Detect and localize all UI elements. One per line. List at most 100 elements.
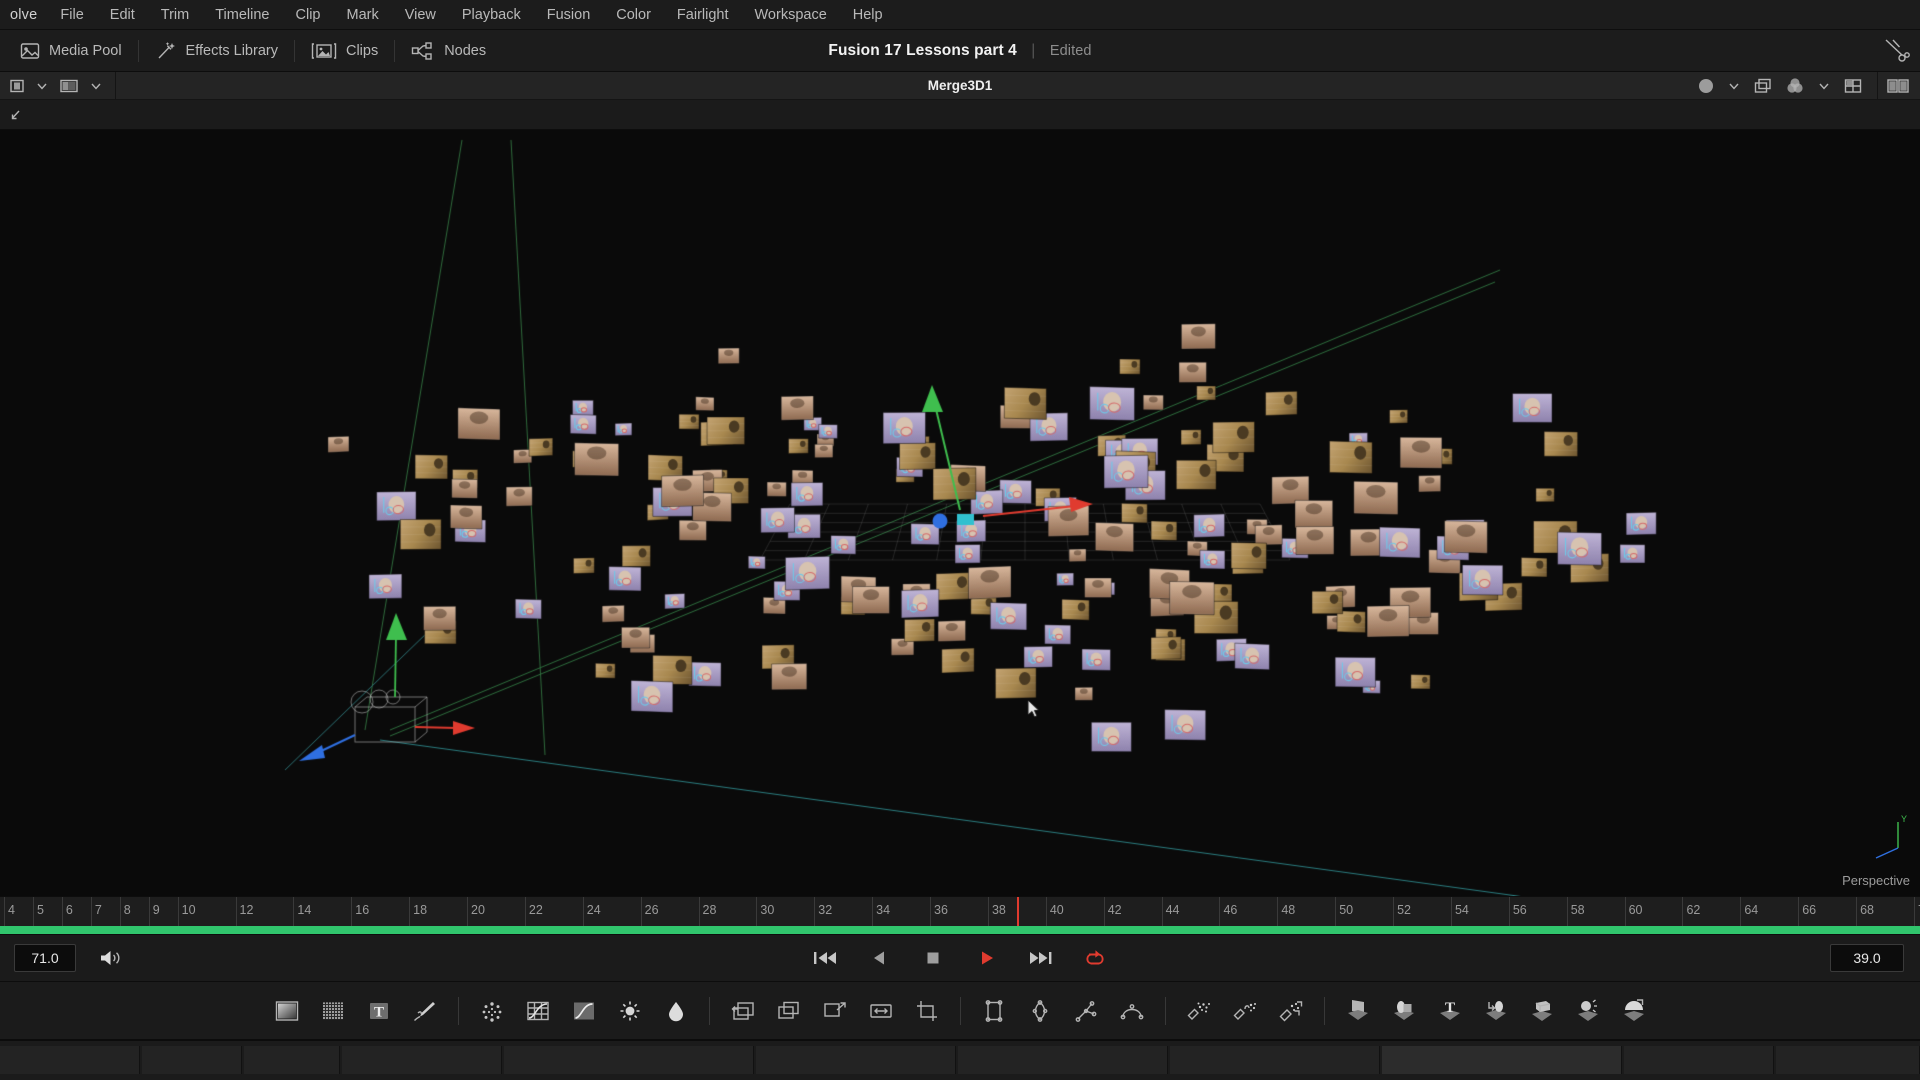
ellipse-mask-tool[interactable]	[1017, 988, 1063, 1034]
color-wheels-icon[interactable]	[1781, 75, 1809, 97]
ruler-label: 4	[8, 903, 15, 917]
bottom-strip[interactable]	[0, 1040, 1920, 1080]
menu-item-file[interactable]: File	[47, 0, 96, 30]
paint-tool[interactable]	[402, 988, 448, 1034]
clips-label: Clips	[345, 42, 379, 59]
brightness-contrast-tool[interactable]	[607, 988, 653, 1034]
particle-emitter-tool[interactable]	[1176, 988, 1222, 1034]
chevron-down-icon[interactable]	[1813, 75, 1835, 97]
polygon-mask-tool[interactable]	[1063, 988, 1109, 1034]
playhead[interactable]	[1016, 897, 1019, 926]
toolbar-separator	[1323, 996, 1325, 1025]
menu-item-fairlight[interactable]: Fairlight	[664, 0, 742, 30]
play-reverse-button[interactable]	[866, 945, 892, 971]
spot-light-tool[interactable]	[1565, 988, 1611, 1034]
viewport-3d[interactable]: Perspective Y	[0, 130, 1920, 896]
viewer-layout-button[interactable]	[5, 75, 29, 97]
menu-item-timeline[interactable]: Timeline	[202, 0, 282, 30]
ruler-label: 58	[1570, 903, 1585, 917]
chevron-down-icon[interactable]	[1723, 75, 1745, 97]
bottom-strip-segment[interactable]	[1382, 1046, 1622, 1074]
menu-item-clip[interactable]: Clip	[283, 0, 334, 30]
crop-tool[interactable]	[904, 988, 950, 1034]
scene-3d-canvas[interactable]	[0, 130, 1920, 896]
camera-3d-tool[interactable]	[1519, 988, 1565, 1034]
ruler-label: 40	[1049, 903, 1064, 917]
timeline-ruler[interactable]: 4 5 6 7 8 9 10 12 14 16 18 20 22 24 26 28 30 32 34 36 38 40 42…	[0, 896, 1920, 926]
nodes-label: Nodes	[444, 42, 487, 59]
effects-library-button[interactable]: Effects Library	[139, 30, 294, 71]
rectangle-mask-tool[interactable]	[971, 988, 1017, 1034]
bottom-strip-segment[interactable]	[342, 1046, 502, 1074]
bottom-strip-segment[interactable]	[142, 1046, 242, 1074]
menu-item-fusion[interactable]: Fusion	[534, 0, 604, 30]
svg-text:T: T	[1444, 1000, 1454, 1016]
bspline-mask-tool[interactable]	[1109, 988, 1155, 1034]
dissolve-tool[interactable]	[766, 988, 812, 1034]
viewer-layout-dropdown[interactable]	[31, 75, 53, 97]
bottom-strip-segment[interactable]	[504, 1046, 754, 1074]
menu-item-help[interactable]: Help	[840, 0, 896, 30]
ruler-label: 60	[1628, 903, 1643, 917]
particle-directional-force-tool[interactable]	[1222, 988, 1268, 1034]
split-view-icon[interactable]	[1882, 75, 1914, 97]
ruler-label: 38	[991, 903, 1006, 917]
color-corrector-tool[interactable]	[515, 988, 561, 1034]
bottom-strip-segment[interactable]	[958, 1046, 1168, 1074]
menu-item-mark[interactable]: Mark	[333, 0, 391, 30]
bottom-strip-segment[interactable]	[244, 1046, 340, 1074]
background-tool[interactable]	[264, 988, 310, 1034]
toolbar-separator	[708, 996, 710, 1025]
top-toolbar: Media Pool Effects Library Clips Nodes F…	[0, 30, 1920, 72]
transform-tool[interactable]	[812, 988, 858, 1034]
menu-item-color[interactable]: Color	[603, 0, 664, 30]
ruler-label: 54	[1454, 903, 1469, 917]
menu-item-workspace[interactable]: Workspace	[742, 0, 840, 30]
viewer-split-dropdown[interactable]	[85, 75, 107, 97]
particle-render-tool[interactable]	[1268, 988, 1314, 1034]
color-curves-tool[interactable]	[561, 988, 607, 1034]
clips-button[interactable]: Clips	[295, 30, 394, 71]
grid-view-icon[interactable]	[1839, 75, 1867, 97]
bottom-strip-segment[interactable]	[1170, 1046, 1380, 1074]
menu-item-trim[interactable]: Trim	[148, 0, 202, 30]
viewer-split-button[interactable]	[55, 75, 83, 97]
render-range-bar[interactable]	[0, 926, 1920, 934]
channel-boolean-tool[interactable]	[653, 988, 699, 1034]
bottom-strip-segment[interactable]	[0, 1046, 140, 1074]
merge-3d-tool[interactable]	[1473, 988, 1519, 1034]
nodes-button[interactable]: Nodes	[395, 30, 502, 71]
ruler-label: 5	[36, 903, 44, 917]
menu-item-view[interactable]: View	[392, 0, 449, 30]
text-3d-tool[interactable]: T	[1427, 988, 1473, 1034]
expand-arrow-icon[interactable]	[4, 107, 24, 123]
first-frame-button[interactable]	[812, 945, 838, 971]
ruler-label: 6	[65, 903, 73, 917]
copy-layers-icon[interactable]	[1749, 75, 1777, 97]
ruler-label: 18	[413, 903, 428, 917]
ruler-label: 32	[818, 903, 833, 917]
ruler-label: 8	[123, 903, 131, 917]
image-plane-3d-tool[interactable]	[1335, 988, 1381, 1034]
renderer-3d-tool[interactable]	[1611, 988, 1657, 1034]
noise-tool[interactable]	[310, 988, 356, 1034]
stop-button[interactable]	[920, 945, 946, 971]
last-frame-button[interactable]	[1028, 945, 1054, 971]
menu-item-edit[interactable]: Edit	[97, 0, 148, 30]
bottom-strip-segment[interactable]	[756, 1046, 956, 1074]
merge-tool[interactable]	[720, 988, 766, 1034]
loop-button[interactable]	[1082, 945, 1108, 971]
play-button[interactable]	[974, 945, 1000, 971]
bottom-strip-segment[interactable]	[1776, 1046, 1920, 1074]
menu-item-playback[interactable]: Playback	[449, 0, 534, 30]
bottom-strip-segment[interactable]	[1624, 1046, 1774, 1074]
blur-tool[interactable]	[469, 988, 515, 1034]
ruler-label: 70	[1914, 903, 1920, 917]
shape-3d-tool[interactable]	[1381, 988, 1427, 1034]
resize-tool[interactable]	[858, 988, 904, 1034]
ruler-label: 36	[934, 903, 948, 917]
circle-fill-icon[interactable]	[1693, 75, 1719, 97]
text-plus-tool[interactable]: T	[356, 988, 402, 1034]
scissors-icon[interactable]	[1880, 38, 1910, 64]
media-pool-button[interactable]: Media Pool	[4, 30, 138, 71]
